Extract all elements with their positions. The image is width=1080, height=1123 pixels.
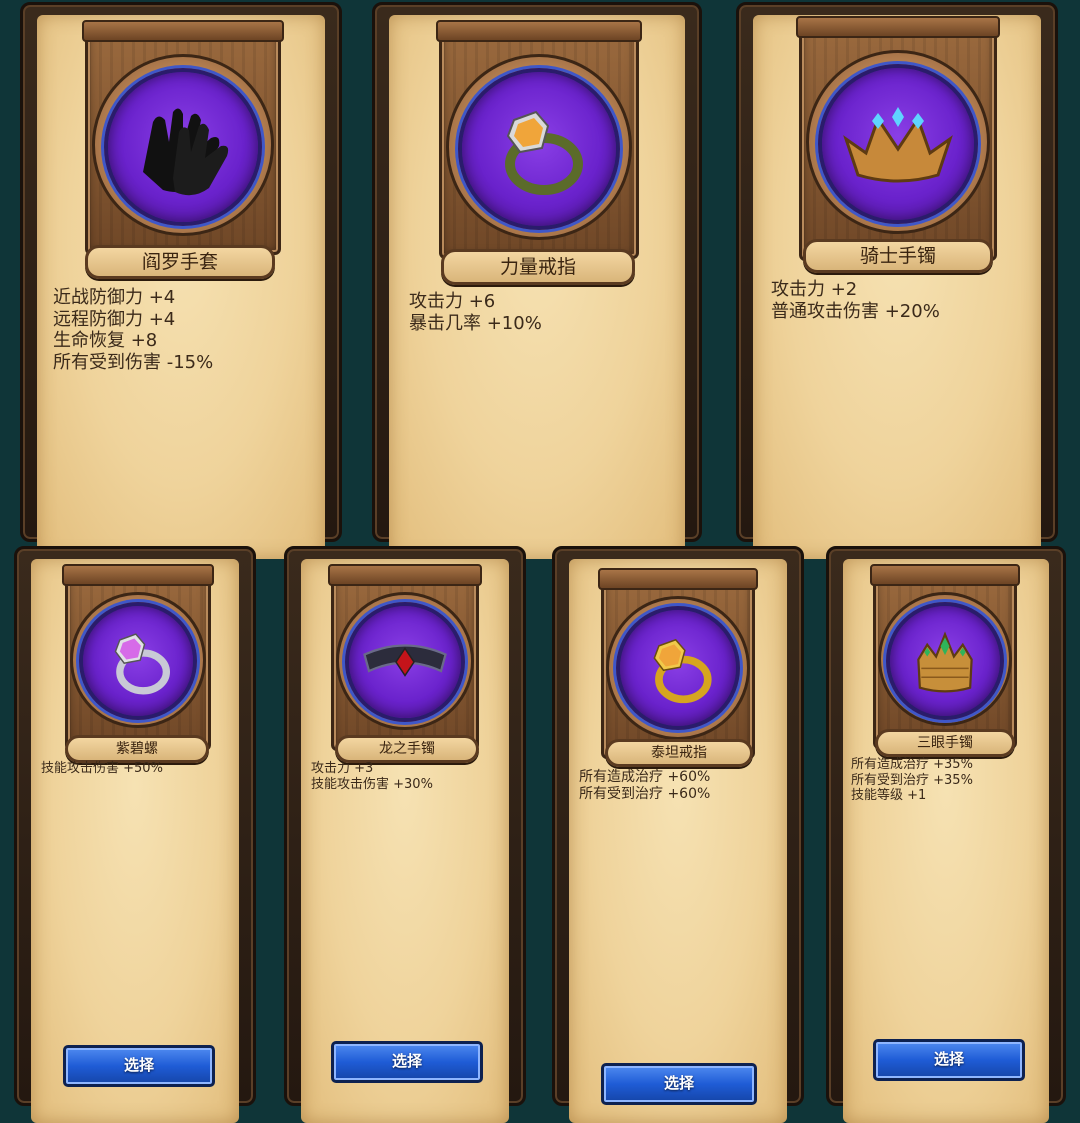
item-portrait: [616, 606, 740, 730]
dragon-bracelet-icon: [363, 644, 447, 677]
stat-list: 攻击力 +2 普通攻击伤害 +20%: [771, 279, 940, 322]
item-portrait: [79, 602, 197, 720]
stat-line: 生命恢复 +8: [53, 330, 158, 352]
item-portrait: [458, 68, 620, 230]
jeweled-crown-icon: [843, 107, 953, 183]
item-card-zibiluo[interactable]: 紫碧螺 技能攻击伤害 +50% 选择: [14, 546, 256, 1123]
item-name-plate: 骑士手镯: [803, 239, 993, 273]
stat-list: 技能攻击伤害 +50%: [41, 761, 163, 777]
item-name: 三眼手镯: [917, 735, 973, 751]
item-name: 泰坦戒指: [651, 745, 707, 761]
amber-ring-icon: [505, 110, 583, 195]
stat-list: 所有造成治疗 +60% 所有受到治疗 +60%: [579, 769, 710, 803]
item-name-plate: 阎罗手套: [85, 245, 275, 279]
stat-line: 技能攻击伤害 +30%: [311, 776, 433, 792]
item-card-power-ring[interactable]: 力量戒指 攻击力 +6 暴击几率 +10%: [372, 2, 702, 559]
item-card-knight-bracelet[interactable]: 骑士手镯 攻击力 +2 普通攻击伤害 +20%: [736, 2, 1058, 559]
item-name: 龙之手镯: [379, 741, 435, 757]
item-card-dragon-bracelet[interactable]: 龙之手镯 攻击力 +3 技能攻击伤害 +30% 选择: [284, 546, 526, 1123]
select-button[interactable]: 选择: [601, 1063, 757, 1105]
stat-line: 所有造成治疗 +60%: [579, 769, 711, 785]
stat-list: 攻击力 +3 技能攻击伤害 +30%: [311, 761, 433, 792]
item-portrait: [345, 602, 465, 722]
emerald-crown-icon: [917, 631, 973, 693]
stat-line: 技能攻击伤害 +50%: [41, 761, 163, 776]
stat-line: 远程防御力 +4: [53, 308, 176, 330]
stat-line: 技能等级 +1: [851, 788, 927, 804]
item-name-plate: 紫碧螺: [65, 735, 209, 763]
item-name-plate: 泰坦戒指: [605, 739, 753, 767]
item-name-plate: 力量戒指: [441, 249, 635, 285]
stat-line: 暴击几率 +10%: [409, 312, 542, 334]
stat-line: 攻击力 +2: [771, 279, 858, 300]
item-name-plate: 龙之手镯: [335, 735, 479, 763]
stat-line: 近战防御力 +4: [53, 287, 176, 308]
portrait-frame: [82, 20, 284, 255]
select-button[interactable]: 选择: [63, 1045, 215, 1087]
item-name: 紫碧螺: [116, 741, 158, 757]
item-card-three-eye-bracelet[interactable]: 三眼手镯 所有造成治疗 +35% 所有受到治疗 +35% 技能等级 +1 选择: [826, 546, 1066, 1123]
select-button-label: 选择: [663, 1074, 694, 1092]
item-name-plate: 三眼手镯: [875, 729, 1015, 757]
stat-line: 所有受到治疗 +60%: [579, 785, 711, 802]
item-name: 力量戒指: [499, 256, 576, 278]
stat-line: 攻击力 +6: [409, 291, 496, 312]
select-button-label: 选择: [391, 1052, 422, 1070]
item-card-titan-ring[interactable]: 泰坦戒指 所有造成治疗 +60% 所有受到治疗 +60% 选择: [552, 546, 804, 1123]
stat-list: 攻击力 +6 暴击几率 +10%: [409, 291, 542, 334]
stat-line: 普通攻击伤害 +20%: [771, 300, 940, 322]
portrait-frame: [328, 564, 482, 751]
item-portrait: [886, 602, 1004, 720]
stat-list: 所有造成治疗 +35% 所有受到治疗 +35% 技能等级 +1: [851, 757, 973, 804]
portrait-frame: [796, 16, 1000, 261]
portrait-frame: [62, 564, 214, 751]
item-name: 阎罗手套: [141, 251, 218, 273]
gold-ring-icon: [653, 638, 712, 704]
select-button[interactable]: 选择: [331, 1041, 483, 1083]
stat-line: 所有受到治疗 +35%: [851, 772, 973, 788]
item-name: 骑士手镯: [859, 245, 936, 267]
purple-gem-ring-icon: [114, 633, 170, 695]
portrait-frame: [870, 564, 1020, 749]
select-button-label: 选择: [933, 1050, 964, 1068]
portrait-frame: [598, 568, 758, 759]
select-button[interactable]: 选择: [873, 1039, 1025, 1081]
item-portrait: [818, 64, 978, 224]
stat-line: 所有受到伤害 -15%: [53, 351, 214, 373]
portrait-frame: [436, 20, 642, 259]
stat-list: 近战防御力 +4 远程防御力 +4 生命恢复 +8 所有受到伤害 -15%: [53, 287, 213, 373]
black-gloves-icon: [143, 108, 229, 196]
select-button-label: 选择: [123, 1056, 154, 1074]
stat-line: 攻击力 +3: [311, 761, 374, 776]
item-portrait: [104, 68, 262, 226]
item-card-yanluo-gloves[interactable]: 阎罗手套 近战防御力 +4 远程防御力 +4 生命恢复 +8 所有受到伤害 -1…: [20, 2, 342, 559]
stat-line: 所有造成治疗 +35%: [851, 757, 973, 772]
